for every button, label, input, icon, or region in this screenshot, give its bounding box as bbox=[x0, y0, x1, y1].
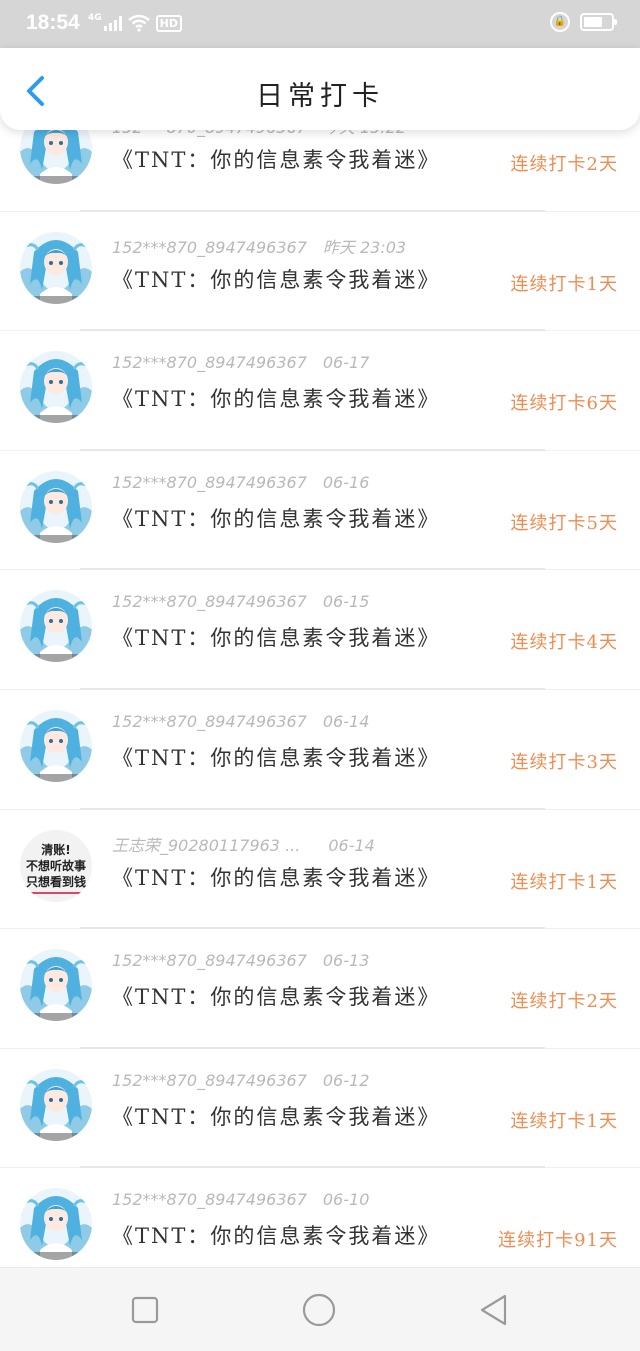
item-title: 《TNT：你的信息素令我着迷》 bbox=[112, 1224, 441, 1249]
item-date: 06-14 bbox=[322, 711, 370, 731]
item-meta: 152***870_8947496367 06-15 bbox=[112, 592, 369, 611]
signal-icon bbox=[103, 15, 122, 31]
item-meta: 152***870_8947496367 06-12 bbox=[112, 1071, 369, 1090]
item-meta: 152***870_8947496367 06-13 bbox=[112, 951, 369, 970]
recent-apps-icon[interactable] bbox=[127, 1292, 163, 1328]
avatar[interactable] bbox=[20, 231, 92, 304]
status-icons-right: 🔒 bbox=[550, 12, 617, 32]
item-date: 昨天 23:03 bbox=[322, 237, 407, 257]
avatar-underline bbox=[28, 891, 84, 894]
item-date: 06-15 bbox=[322, 592, 370, 612]
back-triangle-icon[interactable] bbox=[476, 1292, 512, 1328]
item-meta: 152***870_8947496367 06-16 bbox=[112, 473, 369, 492]
avatar-text-line: 清账! bbox=[41, 842, 71, 857]
item-date: 06-13 bbox=[322, 951, 370, 971]
item-title: 《TNT：你的信息素令我着迷》 bbox=[112, 387, 441, 412]
anime-avatar-icon bbox=[20, 709, 92, 782]
item-meta: 152***870_8947496367 昨天 23:03 bbox=[112, 234, 406, 258]
item-date: 06-10 bbox=[322, 1190, 370, 1210]
list-item[interactable]: 152***870_8947496367 06-13 《TNT：你的信息素令我着迷… bbox=[0, 929, 640, 1049]
list-item[interactable]: 152***870_8947496367 06-10 《TNT：你的信息素令我着迷… bbox=[0, 1168, 640, 1267]
lock-icon: 🔒 bbox=[550, 12, 570, 32]
user-name: 152***870_8947496367 bbox=[112, 951, 307, 971]
user-name: 152***870_8947496367 bbox=[112, 592, 307, 612]
hd-icon: HD bbox=[155, 14, 182, 32]
avatar[interactable] bbox=[20, 590, 92, 663]
streak-label: 连续打卡2天 bbox=[510, 991, 618, 1013]
item-date: 06-12 bbox=[322, 1070, 370, 1090]
avatar[interactable] bbox=[20, 949, 92, 1022]
home-icon[interactable] bbox=[301, 1292, 337, 1328]
user-name: 152***870_8947496367 bbox=[112, 711, 307, 731]
list-item[interactable]: 152***870_8947496367 06-14 《TNT：你的信息素令我着迷… bbox=[0, 689, 640, 810]
wifi-icon bbox=[127, 14, 150, 32]
list-item[interactable]: 152***870_8947496367 昨天 23:03 《TNT：你的信息素令… bbox=[0, 211, 640, 332]
user-name: 152***870_8947496367 bbox=[112, 353, 307, 373]
anime-avatar-icon bbox=[20, 949, 92, 1022]
system-nav-bar bbox=[0, 1267, 640, 1351]
status-bar: 18:54 4G HD 🔒 bbox=[0, 0, 640, 48]
anime-avatar-icon bbox=[20, 351, 92, 424]
item-meta: 152***870_8947496367 06-10 bbox=[112, 1190, 369, 1209]
anime-avatar-icon bbox=[20, 1068, 92, 1141]
battery-icon bbox=[580, 13, 617, 31]
status-icons-left: 4G HD bbox=[88, 13, 182, 32]
streak-label: 连续打卡91天 bbox=[498, 1230, 618, 1252]
list-item[interactable]: 152***870_8947496367 06-12 《TNT：你的信息素令我着迷… bbox=[0, 1048, 640, 1169]
user-name: 152***870_8947496367 bbox=[112, 1070, 307, 1090]
item-meta: 152***870_8947496367 06-14 bbox=[112, 712, 369, 731]
page-title: 日常打卡 bbox=[256, 81, 384, 112]
anime-avatar-icon bbox=[20, 1188, 92, 1261]
item-title: 《TNT：你的信息素令我着迷》 bbox=[112, 267, 441, 292]
anime-avatar-icon bbox=[20, 470, 92, 543]
checkin-list[interactable]: 152***870_8947496367今天 15:22 《TNT：你的信息素令… bbox=[0, 92, 640, 1267]
avatar[interactable] bbox=[20, 709, 92, 782]
item-title: 《TNT：你的信息素令我着迷》 bbox=[112, 865, 441, 890]
app-header: 日常打卡 bbox=[0, 48, 640, 130]
streak-label: 连续打卡1天 bbox=[510, 273, 618, 295]
item-title: 《TNT：你的信息素令我着迷》 bbox=[112, 626, 441, 651]
item-meta: 152***870_8947496367 06-17 bbox=[112, 353, 369, 372]
user-name: 152***870_8947496367 bbox=[112, 237, 307, 257]
avatar[interactable] bbox=[20, 470, 92, 543]
list-item[interactable]: 清账! 不想听故事 只想看到钱 王志荣_90280117963 ... 06-14… bbox=[0, 809, 640, 930]
item-date: 06-14 bbox=[328, 835, 375, 855]
network-type: 4G bbox=[88, 13, 102, 23]
status-time: 18:54 bbox=[26, 11, 80, 34]
item-title: 《TNT：你的信息素令我着迷》 bbox=[112, 506, 441, 531]
streak-label: 连续打卡3天 bbox=[510, 751, 618, 773]
user-name: 152***870_8947496367 bbox=[112, 1190, 307, 1210]
streak-label: 连续打卡2天 bbox=[510, 154, 618, 175]
list-item[interactable]: 152***870_8947496367 06-16 《TNT：你的信息素令我着迷… bbox=[0, 450, 640, 571]
avatar-text-line: 不想听故事 bbox=[25, 858, 86, 873]
avatar[interactable] bbox=[20, 351, 92, 424]
user-name: 王志荣_90280117963 ... bbox=[112, 835, 301, 855]
item-date: 06-16 bbox=[322, 472, 370, 492]
streak-label: 连续打卡1天 bbox=[510, 871, 618, 893]
user-name: 152***870_8947496367 bbox=[112, 472, 307, 492]
item-title: 《TNT：你的信息素令我着迷》 bbox=[112, 985, 441, 1010]
streak-label: 连续打卡6天 bbox=[510, 393, 618, 415]
item-title: 《TNT：你的信息素令我着迷》 bbox=[112, 745, 441, 770]
item-title: 《TNT：你的信息素令我着迷》 bbox=[112, 148, 441, 172]
list-item[interactable]: 152***870_8947496367 06-15 《TNT：你的信息素令我着迷… bbox=[0, 570, 640, 690]
streak-label: 连续打卡1天 bbox=[510, 1110, 618, 1132]
item-date: 06-17 bbox=[322, 353, 370, 373]
streak-label: 连续打卡5天 bbox=[510, 512, 618, 534]
item-title: 《TNT：你的信息素令我着迷》 bbox=[112, 1104, 441, 1129]
list-item[interactable]: 152***870_8947496367 06-17 《TNT：你的信息素令我着迷… bbox=[0, 331, 640, 451]
text-avatar: 清账! 不想听故事 只想看到钱 bbox=[20, 829, 92, 902]
anime-avatar-icon bbox=[20, 590, 92, 663]
anime-avatar-icon bbox=[20, 231, 92, 304]
item-meta: 王志荣_90280117963 ... 06-14 bbox=[112, 832, 375, 856]
avatar[interactable] bbox=[20, 1188, 92, 1261]
streak-label: 连续打卡4天 bbox=[510, 632, 618, 654]
avatar[interactable] bbox=[20, 1068, 92, 1141]
avatar-text-line: 只想看到钱 bbox=[25, 874, 86, 889]
avatar[interactable]: 清账! 不想听故事 只想看到钱 bbox=[20, 829, 92, 902]
